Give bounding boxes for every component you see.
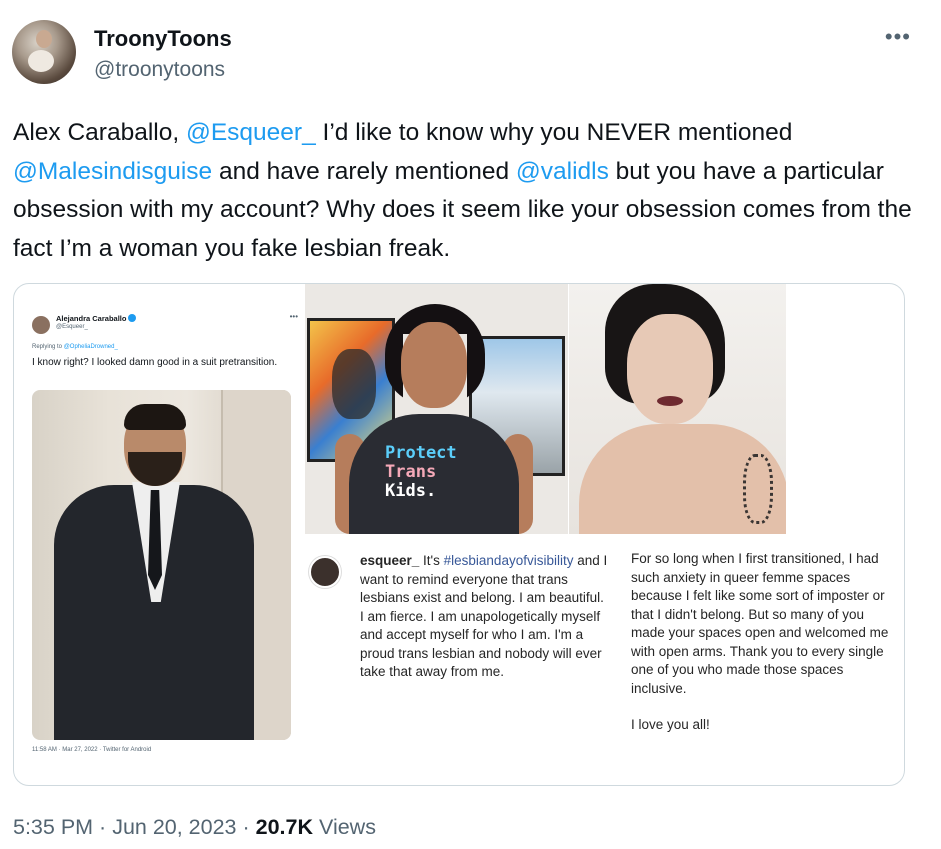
- author-handle[interactable]: @troonytoons: [94, 58, 225, 82]
- avatar-face: [36, 30, 52, 48]
- photo-lips: [657, 396, 683, 406]
- author-name[interactable]: TroonyToons: [94, 26, 232, 52]
- embedded-tweet-screenshot: Alejandra Caraballo @Esqueer_ ••• Replyi…: [30, 310, 302, 784]
- embedded-author-handle: @Esqueer_: [56, 324, 88, 330]
- caption-username: esqueer_: [360, 553, 420, 568]
- author-avatar[interactable]: [12, 20, 76, 84]
- embedded-tweet-text: I know right? I looked damn good in a su…: [32, 357, 278, 368]
- mention-link[interactable]: @Esqueer_: [186, 119, 316, 146]
- tshirt-line: Trans: [385, 462, 437, 482]
- tweet-time[interactable]: 5:35 PM: [13, 815, 93, 839]
- photo-hair: [124, 404, 186, 430]
- mention-link[interactable]: @validls: [516, 158, 609, 185]
- embedded-avatar: [32, 316, 50, 334]
- mention-link[interactable]: @Malesindisguise: [13, 158, 212, 185]
- embedded-author-name: Alejandra Caraballo: [56, 314, 137, 323]
- tshirt-line: Protect: [385, 443, 457, 463]
- caption-paragraph: For so long when I first transitioned, I…: [631, 551, 889, 696]
- tweet-text: Alex Caraballo, @Esqueer_ I’d like to kn…: [13, 114, 913, 268]
- more-horizontal-icon[interactable]: •••: [885, 24, 911, 50]
- photo-face: [401, 322, 467, 408]
- caption-text: and I want to remind everyone that trans…: [360, 553, 608, 679]
- embedded-photo: [32, 390, 291, 740]
- caption-right: For so long when I first transitioned, I…: [631, 550, 893, 753]
- separator: ·: [93, 815, 113, 839]
- tweet-footer: 5:35 PM · Jun 20, 2023 · 20.7K Views: [13, 815, 376, 840]
- tweet-date[interactable]: Jun 20, 2023: [112, 815, 236, 839]
- caption-paragraph: I love you all!: [631, 717, 710, 732]
- embedded-tweet-meta: 11:58 AM · Mar 27, 2022 · Twitter for An…: [32, 747, 152, 753]
- views-label: Views: [313, 815, 376, 839]
- caption-avatar: [309, 556, 341, 588]
- media-image[interactable]: Alejandra Caraballo @Esqueer_ ••• Replyi…: [13, 283, 905, 786]
- tweet-text-segment: I’d like to know why you NEVER mentioned: [315, 119, 793, 146]
- right-photo: [569, 284, 786, 534]
- views-count: 20.7K: [255, 815, 314, 839]
- embedded-replying-to: Replying to @OpheliaDrowned_: [32, 344, 118, 350]
- tweet-text-segment: and have rarely mentioned: [212, 157, 516, 185]
- photo-tattoo: [743, 454, 773, 524]
- photo-beard: [128, 452, 182, 486]
- tweet-text-segment: Alex Caraballo,: [13, 119, 186, 146]
- caption-hashtag: #lesbiandayofvisibility: [443, 553, 574, 568]
- middle-photo: Protect Trans Kids.: [305, 284, 568, 534]
- caption-text: It's: [419, 553, 444, 568]
- avatar-dog: [28, 50, 54, 72]
- tshirt-text: Protect Trans Kids.: [385, 444, 485, 501]
- verified-badge-icon: [128, 314, 137, 322]
- caption-left: esqueer_ It's #lesbiandayofvisibility an…: [360, 552, 610, 682]
- photo-face: [627, 314, 713, 424]
- separator: ·: [236, 815, 256, 839]
- tshirt-line: Kids.: [385, 481, 437, 501]
- embedded-more-icon: •••: [289, 312, 298, 321]
